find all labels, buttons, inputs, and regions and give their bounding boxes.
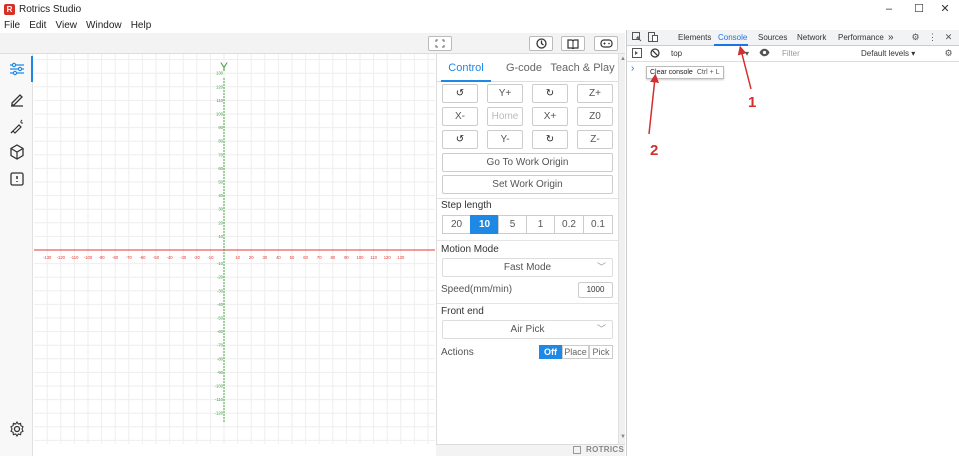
annotation-overlay [648, 45, 752, 135]
annotation-arrow-1 [737, 45, 752, 90]
annotation-label-1: 1 [748, 94, 757, 111]
annotation-arrow-2 [648, 73, 659, 135]
annotation-label-2: 2 [650, 142, 659, 159]
